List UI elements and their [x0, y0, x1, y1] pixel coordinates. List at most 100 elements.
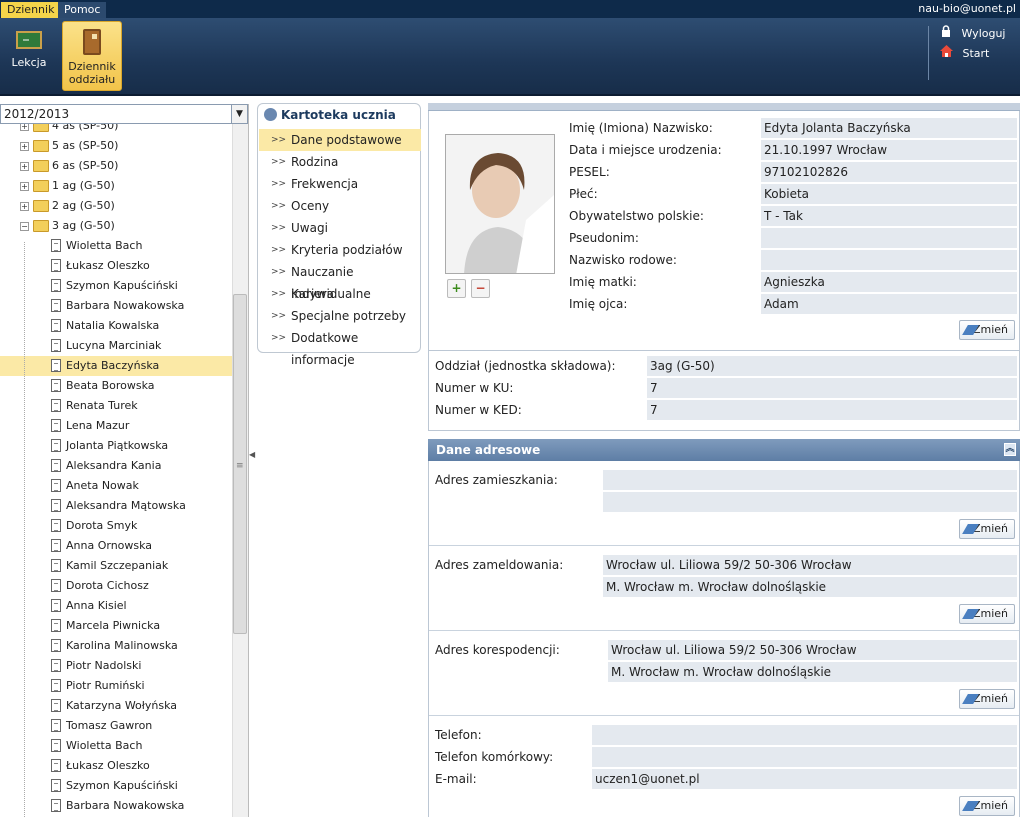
tree-student-node[interactable]: Jolanta Piątkowska: [0, 436, 232, 456]
collapse-icon[interactable]: −: [20, 222, 29, 231]
class-tree-panel: 2012/2013 ▼ +4 as (SP-50) +5 as (SP-50) +6…: [0, 104, 249, 817]
tree-student-node[interactable]: Katarzyna Wołyńska: [0, 696, 232, 716]
document-icon: [51, 559, 61, 572]
remove-photo-button[interactable]: −: [471, 279, 490, 298]
tree-student-node[interactable]: Dorota Cichosz: [0, 576, 232, 596]
collapse-panel-icon[interactable]: ◀: [249, 450, 255, 459]
kartoteka-menu-item[interactable]: >> Uwagi: [259, 217, 421, 239]
lekcja-button[interactable]: Lekcja: [4, 24, 54, 86]
tree-student-node[interactable]: Aleksandra Mątowska: [0, 496, 232, 516]
zmien-button-zamieszkania[interactable]: Zmień: [959, 519, 1015, 539]
wyloguj-link[interactable]: Wyloguj: [940, 25, 1006, 40]
tree-student-node[interactable]: Wioletta Bach: [0, 236, 232, 256]
document-icon: [51, 459, 61, 472]
tree-student-node[interactable]: Szymon Kapuściński: [0, 776, 232, 796]
document-icon: [51, 579, 61, 592]
expand-icon[interactable]: +: [20, 182, 29, 191]
adres-zamieszkania-label: Adres zamieszkania:: [435, 473, 558, 487]
document-icon: [51, 739, 61, 752]
tree-student-node[interactable]: Wioletta Bach: [0, 736, 232, 756]
tree-student-label: Dorota Smyk: [66, 519, 138, 532]
kartoteka-menu-item[interactable]: >> Nauczanie indywidualne: [259, 261, 421, 301]
tree-student-label: Katarzyna Wołyńska: [66, 699, 178, 712]
tree-student-node[interactable]: Anna Ornowska: [0, 536, 232, 556]
tree-student-node[interactable]: Kamil Szczepaniak: [0, 556, 232, 576]
kartoteka-menu-item[interactable]: >> Specjalne potrzeby: [259, 305, 421, 327]
collapse-up-icon[interactable]: ︽: [1004, 443, 1016, 456]
folder-icon: [33, 140, 49, 152]
document-icon: [51, 379, 61, 392]
expand-icon[interactable]: +: [20, 124, 29, 131]
kartoteka-menu-label: Rodzina: [291, 155, 339, 169]
zmien-button-dane[interactable]: Zmień: [959, 320, 1015, 340]
kartoteka-menu-item[interactable]: >> Kariera: [259, 283, 421, 305]
field-label: Nazwisko rodowe:: [569, 253, 677, 267]
kartoteka-menu-item[interactable]: >> Kryteria podziałów: [259, 239, 421, 261]
tree-student-label: Anna Ornowska: [66, 539, 153, 552]
kartoteka-menu-item[interactable]: >> Oceny: [259, 195, 421, 217]
expand-icon[interactable]: +: [20, 162, 29, 171]
lock-icon: [942, 25, 950, 37]
tree-student-node[interactable]: Anna Kisiel: [0, 596, 232, 616]
chevron-down-icon[interactable]: ▼: [231, 105, 247, 123]
kartoteka-menu-item[interactable]: >> Frekwencja: [259, 173, 421, 195]
tree-student-node[interactable]: Szymon Kapuściński: [0, 276, 232, 296]
tree-student-node[interactable]: Piotr Nadolski: [0, 656, 232, 676]
tree-student-node[interactable]: Dorota Smyk: [0, 516, 232, 536]
document-icon: [51, 779, 61, 792]
adres-zameldowania-label: Adres zameldowania:: [435, 558, 564, 572]
add-photo-button[interactable]: +: [447, 279, 466, 298]
school-year-select[interactable]: 2012/2013 ▼: [0, 104, 248, 124]
oddzial-label: Numer w KED:: [435, 403, 522, 417]
tree-student-label: Barbara Nowakowska: [66, 799, 185, 812]
expand-icon[interactable]: +: [20, 202, 29, 211]
tree-student-label: Wioletta Bach: [66, 739, 143, 752]
tree-student-node[interactable]: Łukasz Oleszko: [0, 256, 232, 276]
zmien-button-kontakt[interactable]: Zmień: [959, 796, 1015, 816]
tree-student-node[interactable]: Renata Turek: [0, 396, 232, 416]
kartoteka-menu-item[interactable]: >> Dodatkowe informacje: [259, 327, 421, 367]
tree-student-node[interactable]: Karolina Malinowska: [0, 636, 232, 656]
tree-student-node[interactable]: Tomasz Gawron: [0, 716, 232, 736]
document-icon: [51, 619, 61, 632]
start-link[interactable]: Start: [940, 45, 989, 60]
tree-class-label: 5 as (SP-50): [52, 139, 119, 152]
tree-class-node[interactable]: +6 as (SP-50): [0, 156, 232, 176]
tree-student-node[interactable]: Marcela Piwnicka: [0, 616, 232, 636]
adres-korespondencji-line2: M. Wrocław m. Wrocław dolnośląskie: [608, 662, 1017, 682]
tree-student-label: Anna Kisiel: [66, 599, 127, 612]
field-value: 97102102826: [761, 162, 1017, 182]
field-value: 21.10.1997 Wrocław: [761, 140, 1017, 160]
expand-icon[interactable]: +: [20, 142, 29, 151]
kartoteka-menu-item[interactable]: >> Dane podstawowe: [259, 129, 421, 151]
zmien-button-zameldowania[interactable]: Zmień: [959, 604, 1015, 624]
portrait-image: [446, 135, 554, 273]
double-chevron-right-icon: >>: [271, 223, 287, 233]
tree-student-node[interactable]: Barbara Nowakowska: [0, 296, 232, 316]
oddzial-value: 3ag (G-50): [647, 356, 1017, 376]
tree-student-node[interactable]: Lena Mazur: [0, 416, 232, 436]
document-icon: [51, 719, 61, 732]
tree-student-node[interactable]: Edyta Baczyńska: [0, 356, 232, 376]
tree-student-node[interactable]: Beata Borowska: [0, 376, 232, 396]
tree-student-node[interactable]: Piotr Rumiński: [0, 676, 232, 696]
kartoteka-title: Kartoteka ucznia: [264, 108, 396, 122]
kartoteka-menu-item[interactable]: >> Rodzina: [259, 151, 421, 173]
tree-student-node[interactable]: Lucyna Marciniak: [0, 336, 232, 356]
tree-class-node[interactable]: +1 ag (G-50): [0, 176, 232, 196]
field-label: Imię ojca:: [569, 297, 628, 311]
tree-class-node[interactable]: − 3 ag (G-50): [0, 216, 232, 236]
dziennik-oddzialu-button[interactable]: Dziennik oddziału: [62, 21, 122, 91]
tree-class-node[interactable]: +2 ag (G-50): [0, 196, 232, 216]
tree-student-node[interactable]: Natalia Kowalska: [0, 316, 232, 336]
menu-tab-pomoc[interactable]: Pomoc: [58, 2, 107, 18]
tree-class-node[interactable]: +4 as (SP-50): [0, 124, 232, 136]
tree-student-node[interactable]: Barbara Nowakowska: [0, 796, 232, 816]
menu-tab-dziennik[interactable]: Dziennik: [1, 2, 61, 18]
tree-student-node[interactable]: Aneta Nowak: [0, 476, 232, 496]
zmien-button-korespondencji[interactable]: Zmień: [959, 689, 1015, 709]
tree-student-node[interactable]: Aleksandra Kania: [0, 456, 232, 476]
tree-student-node[interactable]: Łukasz Oleszko: [0, 756, 232, 776]
field-label: Płeć:: [569, 187, 598, 201]
tree-class-node[interactable]: +5 as (SP-50): [0, 136, 232, 156]
